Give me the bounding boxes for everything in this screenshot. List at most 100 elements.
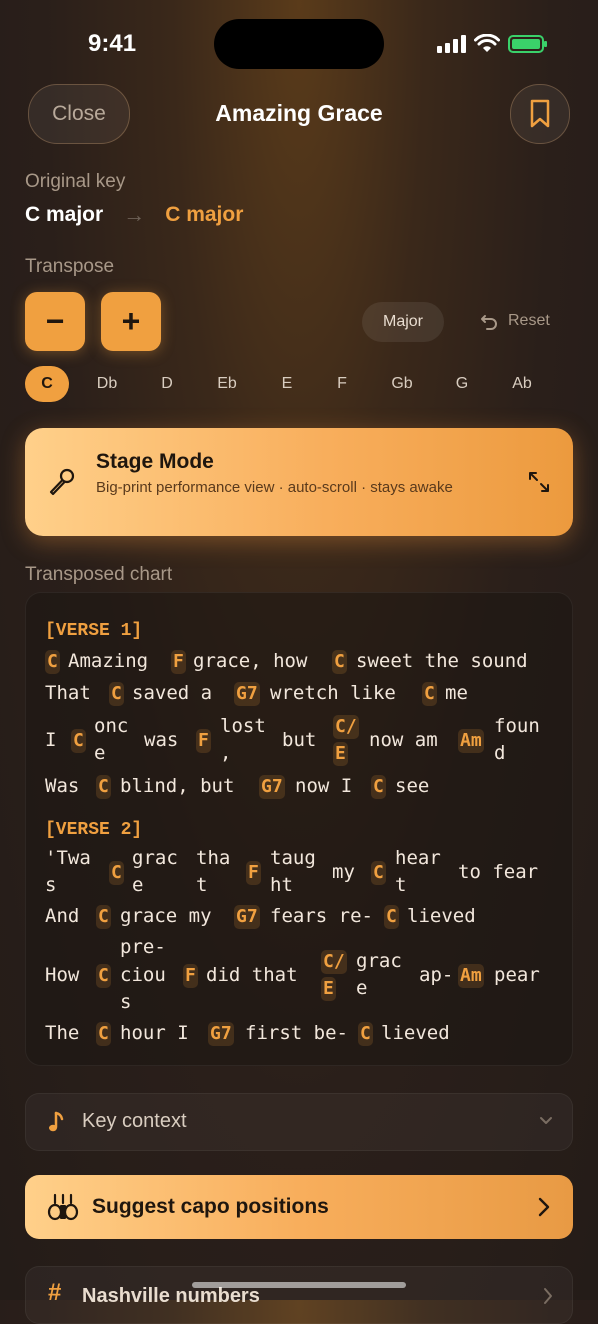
section-label: [VERSE 2]	[45, 820, 143, 840]
lyric: now I	[295, 775, 353, 797]
key-option-ab[interactable]: Ab	[502, 366, 542, 402]
transpose-up-button[interactable]: +	[101, 292, 161, 351]
chord[interactable]: G7	[208, 1022, 234, 1046]
lyric: s	[120, 991, 132, 1013]
lyric: saved a	[132, 682, 213, 704]
chord[interactable]: F	[246, 861, 261, 885]
lyric: hear	[395, 847, 441, 869]
transpose-label: Transpose	[25, 256, 115, 277]
chevron-right-icon	[538, 1197, 550, 1217]
guitar-icon	[47, 1193, 79, 1221]
key-option-e[interactable]: E	[267, 366, 307, 402]
nav-bar: Close Amazing Grace	[0, 84, 598, 146]
chord[interactable]: C/	[321, 950, 347, 974]
chord[interactable]: F	[183, 964, 198, 988]
chord[interactable]: C	[96, 1022, 111, 1046]
bookmark-button[interactable]	[510, 84, 570, 144]
lyric: ap-	[419, 964, 454, 986]
lyric: ,	[220, 742, 232, 764]
chord[interactable]: C	[96, 964, 111, 988]
chord[interactable]: Am	[458, 964, 484, 988]
section-label: [VERSE 1]	[45, 621, 143, 641]
key-option-d[interactable]: D	[147, 366, 187, 402]
key-selector: C Db D Eb E F Gb G Ab	[25, 366, 565, 402]
chord[interactable]: C	[109, 682, 124, 706]
key-option-f[interactable]: F	[322, 366, 362, 402]
lyric: Was	[45, 775, 80, 797]
transposed-chart-label: Transposed chart	[25, 564, 173, 585]
music-note-icon	[49, 1111, 64, 1132]
lyric: s	[45, 874, 57, 896]
stage-mode-card[interactable]: Stage Mode Big-print performance view · …	[25, 428, 573, 536]
status-icons	[437, 34, 547, 54]
lyric: pre-	[120, 936, 166, 958]
chord[interactable]: C	[71, 729, 86, 753]
lyric: fears re-	[270, 905, 373, 927]
chord[interactable]: F	[171, 650, 186, 674]
chord[interactable]: C	[371, 861, 386, 885]
chevron-right-icon	[544, 1288, 552, 1304]
lyric: How	[45, 964, 80, 986]
lyric: grace my	[120, 905, 212, 927]
lyric: d	[494, 742, 506, 764]
chord[interactable]: Am	[458, 729, 484, 753]
chord[interactable]: F	[196, 729, 211, 753]
bookmark-icon	[530, 99, 550, 128]
original-key-value: C major	[25, 203, 104, 226]
wifi-icon	[474, 34, 500, 52]
lyric: e	[356, 977, 368, 999]
chord[interactable]: C/	[333, 715, 359, 739]
key-context-label: Key context	[82, 1110, 187, 1132]
chord[interactable]: C	[422, 682, 437, 706]
chord[interactable]: C	[96, 775, 111, 799]
lyric: foun	[494, 715, 540, 737]
lyric: The	[45, 1022, 80, 1044]
chord[interactable]: E	[321, 977, 336, 1001]
chord[interactable]: C	[371, 775, 386, 799]
lyric: me	[445, 682, 468, 704]
key-option-gb[interactable]: Gb	[382, 366, 422, 402]
chord[interactable]: G7	[234, 682, 260, 706]
stage-mode-subtitle: Big-print performance view · auto-scroll…	[96, 479, 453, 496]
key-context-accordion[interactable]: Key context	[25, 1093, 573, 1151]
transpose-down-button[interactable]: −	[25, 292, 85, 351]
chord[interactable]: C	[109, 861, 124, 885]
mode-toggle-button[interactable]: Major	[362, 302, 444, 342]
key-option-db[interactable]: Db	[87, 366, 127, 402]
status-bar: 9:41	[0, 0, 598, 90]
key-option-eb[interactable]: Eb	[207, 366, 247, 402]
nashville-numbers-row[interactable]: # Nashville numbers	[25, 1266, 573, 1324]
expand-icon	[529, 472, 549, 492]
reset-label: Reset	[508, 312, 550, 329]
home-indicator	[192, 1282, 406, 1288]
chord[interactable]: C	[96, 905, 111, 929]
lyric: ht	[270, 874, 293, 896]
chord[interactable]: E	[333, 742, 348, 766]
chord[interactable]: G7	[234, 905, 260, 929]
lyric: now am	[369, 729, 438, 751]
lyric: wretch like	[270, 682, 396, 704]
lyric: t	[196, 874, 208, 896]
lyric: grac	[356, 950, 402, 972]
key-option-g[interactable]: G	[442, 366, 482, 402]
undo-icon	[481, 315, 497, 330]
chord[interactable]: C	[332, 650, 347, 674]
lyric: pear	[494, 964, 540, 986]
chevron-down-icon	[540, 1117, 552, 1124]
lyric: t	[395, 874, 407, 896]
hash-icon: #	[48, 1279, 62, 1306]
lyric: That	[45, 682, 91, 704]
lyric: e	[94, 742, 106, 764]
key-option-c[interactable]: C	[25, 366, 69, 402]
suggest-capo-button[interactable]: Suggest capo positions	[25, 1175, 573, 1239]
chord[interactable]: C	[358, 1022, 373, 1046]
lyric: lieved	[407, 905, 476, 927]
chord[interactable]: C	[384, 905, 399, 929]
chord[interactable]: C	[45, 650, 60, 674]
lyric: ciou	[120, 964, 166, 986]
lyric: did that	[206, 964, 298, 986]
reset-button[interactable]: Reset	[480, 312, 550, 330]
chord[interactable]: G7	[259, 775, 285, 799]
lyric: taug	[270, 847, 316, 869]
suggest-capo-label: Suggest capo positions	[92, 1195, 329, 1218]
